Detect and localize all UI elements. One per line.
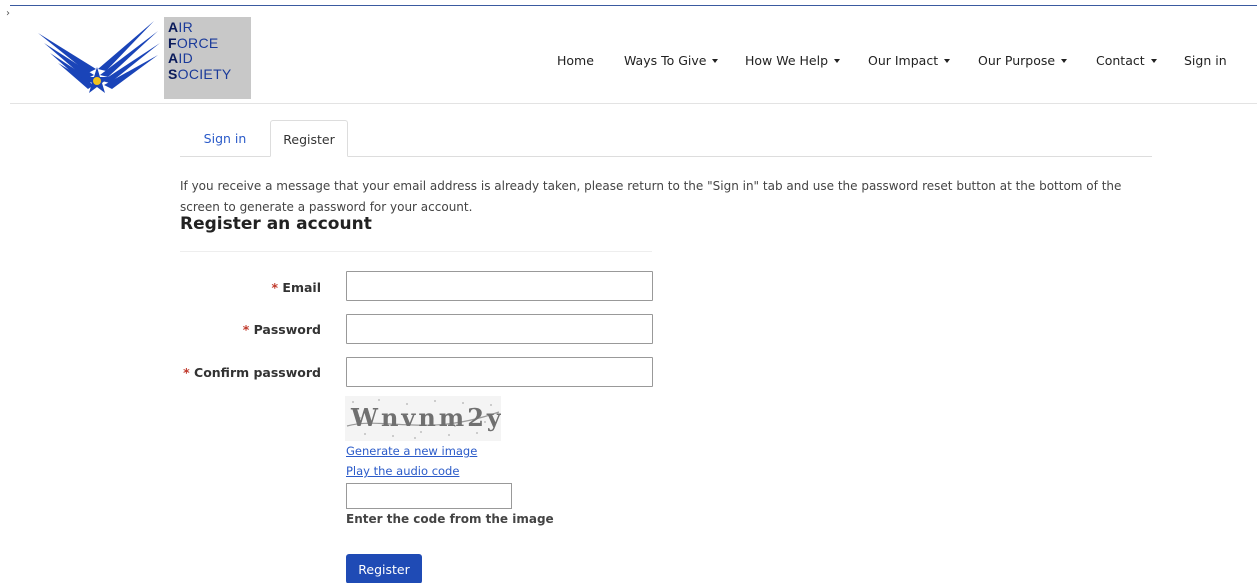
confirm-password-field[interactable]	[346, 357, 653, 387]
logo-wordmark: AIR FORCE AID SOCIETY	[168, 19, 232, 82]
email-taken-notice: If you receive a message that your email…	[180, 179, 1122, 214]
email-label: * Email	[271, 280, 321, 295]
wings-logo-icon	[38, 21, 160, 93]
logo-text-panel: AIR FORCE AID SOCIETY	[164, 17, 251, 99]
generate-new-image-link[interactable]: Generate a new image	[346, 444, 477, 458]
nav-sign-in[interactable]: Sign in	[1184, 53, 1227, 68]
caret-down-icon	[1061, 59, 1068, 63]
nav-contact[interactable]: Contact	[1096, 53, 1157, 68]
nav-ways-to-give[interactable]: Ways To Give	[624, 53, 719, 68]
captcha-image: Wnvnm2y	[345, 396, 501, 441]
title-divider	[180, 251, 652, 252]
page-title: Register an account	[180, 214, 372, 234]
password-field[interactable]	[346, 314, 653, 344]
play-audio-code-link[interactable]: Play the audio code	[346, 464, 459, 478]
nav-our-purpose[interactable]: Our Purpose	[978, 53, 1068, 68]
caret-down-icon	[1150, 59, 1157, 63]
tab-sign-in[interactable]: Sign in	[180, 120, 270, 157]
nav-our-impact[interactable]: Our Impact	[868, 53, 951, 68]
caret-down-icon	[712, 59, 719, 63]
site-header: AIR FORCE AID SOCIETY Home Ways To Give …	[0, 6, 1257, 103]
captcha-hint: Enter the code from the image	[346, 512, 554, 526]
auth-tabs: Sign in Register	[180, 120, 1152, 157]
captcha-text: Wnvnm2y	[350, 403, 501, 432]
nav-home[interactable]: Home	[557, 53, 594, 68]
caret-down-icon	[944, 59, 951, 63]
header-divider	[10, 103, 1257, 104]
captcha-code-input[interactable]	[346, 483, 512, 509]
caret-down-icon	[834, 59, 841, 63]
confirm-password-label: * Confirm password	[183, 365, 321, 380]
password-label: * Password	[242, 322, 321, 337]
register-button[interactable]: Register	[346, 554, 422, 583]
tab-register[interactable]: Register	[270, 120, 348, 157]
email-field[interactable]	[346, 271, 653, 301]
site-logo[interactable]: AIR FORCE AID SOCIETY	[36, 17, 251, 99]
nav-how-we-help[interactable]: How We Help	[745, 53, 841, 68]
